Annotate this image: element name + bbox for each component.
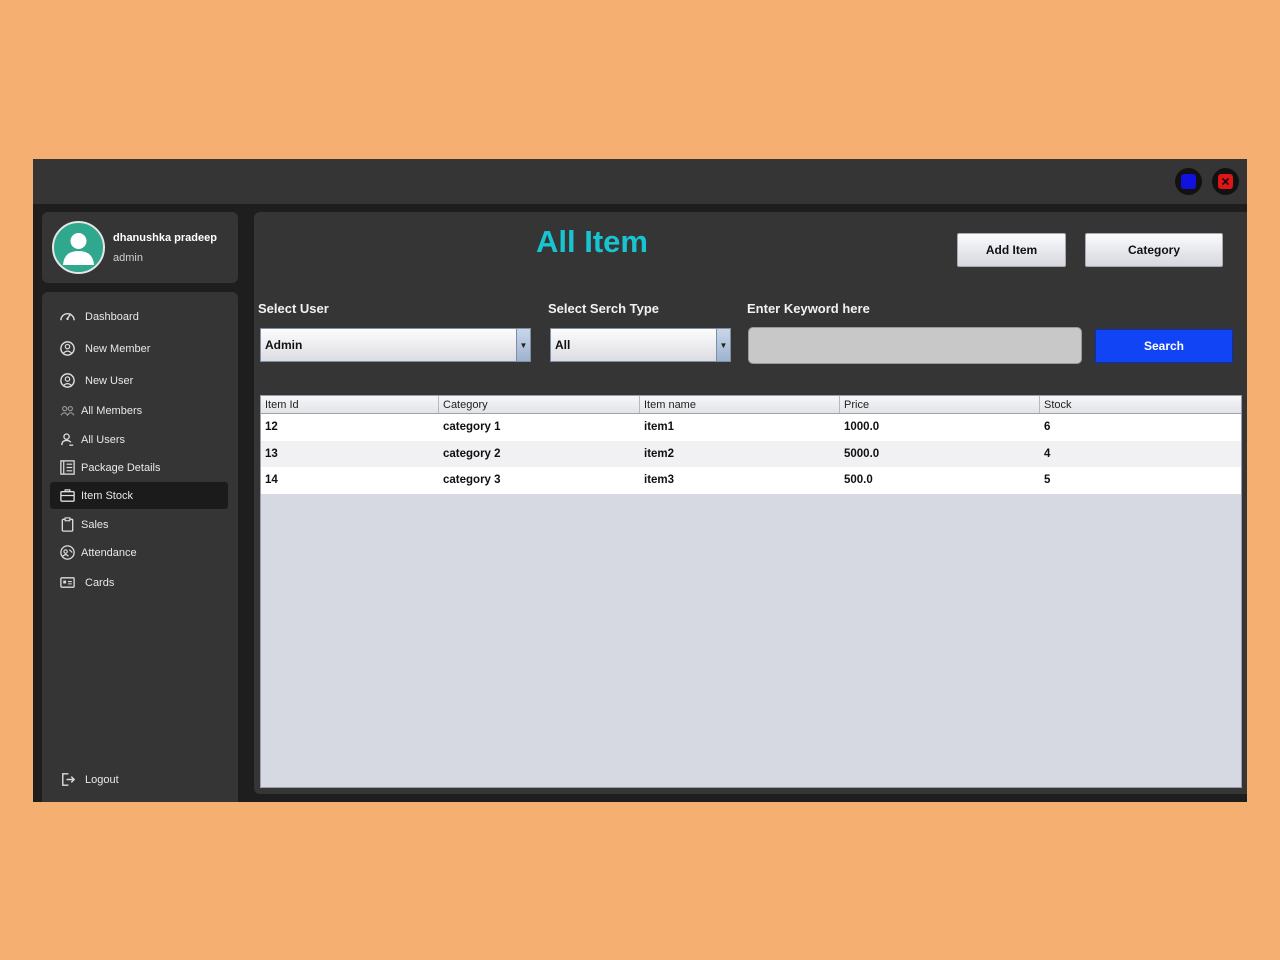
cell-category: category 1 [443, 421, 501, 434]
sidebar-item-label: Sales [81, 518, 109, 531]
sidebar-item-all-members[interactable]: All Members [50, 397, 228, 424]
cell-item-name: item1 [644, 421, 675, 434]
user-circle-icon [58, 372, 76, 390]
cell-item-name: item2 [644, 447, 675, 460]
cell-item-name: item3 [644, 474, 675, 487]
close-icon [1218, 174, 1233, 189]
chevron-down-icon: ▼ [716, 329, 730, 361]
cell-item-id: 14 [265, 474, 278, 487]
profile-role: admin [113, 252, 143, 264]
chevron-down-icon: ▼ [516, 329, 530, 361]
member-add-icon [58, 340, 76, 358]
sidebar-item-item-stock[interactable]: Item Stock [50, 482, 228, 509]
clipboard-icon [58, 516, 76, 534]
items-table: Item Id Category Item name Price Stock 1… [260, 395, 1242, 788]
sidebar-item-sales[interactable]: Sales [50, 511, 228, 538]
close-button[interactable] [1212, 168, 1239, 195]
sidebar-item-label: Package Details [81, 461, 161, 474]
search-type-label: Select Serch Type [548, 301, 660, 316]
column-header-item-id[interactable]: Item Id [261, 396, 439, 413]
cell-category: category 2 [443, 447, 501, 460]
table-header: Item Id Category Item name Price Stock [261, 396, 1241, 414]
briefcase-icon [58, 487, 76, 505]
logout-button[interactable]: Logout [50, 766, 228, 793]
group-icon [58, 402, 76, 420]
sidebar-item-new-member[interactable]: New Member [50, 335, 228, 362]
table-row[interactable]: 12 category 1 item1 1000.0 6 [261, 414, 1241, 441]
search-type-dropdown[interactable]: All ▼ [550, 328, 731, 362]
column-header-category[interactable]: Category [439, 396, 640, 413]
cell-item-id: 13 [265, 447, 278, 460]
sidebar-item-label: Dashboard [85, 310, 139, 323]
sidebar-item-all-users[interactable]: All Users [50, 426, 228, 453]
select-user-dropdown[interactable]: Admin ▼ [260, 328, 531, 362]
sidebar-item-label: All Users [81, 433, 126, 446]
profile-name: dhanushka pradeep [113, 232, 217, 244]
logout-icon [58, 771, 76, 789]
sidebar-item-cards[interactable]: Cards [50, 569, 228, 596]
title-bar [33, 159, 1247, 204]
add-item-button[interactable]: Add Item [957, 233, 1066, 267]
app-window: dhanushka pradeep admin Dashboard New Me… [33, 159, 1247, 802]
sidebar-item-label: Cards [85, 576, 115, 589]
dashboard-gauge-icon [58, 308, 76, 326]
cell-item-id: 12 [265, 421, 278, 434]
main-panel: All Item Add Item Category Select User A… [254, 212, 1247, 794]
cell-price: 500.0 [844, 474, 873, 487]
sidebar-item-attendance[interactable]: Attendance [50, 539, 228, 566]
sidebar: Dashboard New Member New User All Member… [42, 292, 238, 802]
category-button[interactable]: Category [1085, 233, 1223, 267]
sidebar-item-label: Item Stock [81, 489, 133, 502]
cell-stock: 6 [1044, 421, 1051, 434]
minimize-icon [1181, 174, 1196, 189]
select-user-value: Admin [265, 338, 303, 352]
logout-label: Logout [85, 773, 119, 786]
column-header-item-name[interactable]: Item name [640, 396, 840, 413]
keyword-input[interactable] [748, 327, 1082, 364]
card-icon [58, 574, 76, 592]
cell-category: category 3 [443, 474, 501, 487]
select-user-label: Select User [258, 301, 329, 316]
sidebar-item-dashboard[interactable]: Dashboard [50, 303, 228, 330]
page-title: All Item [536, 224, 648, 259]
table-row[interactable]: 14 category 3 item3 500.0 5 [261, 467, 1241, 494]
sidebar-item-label: New Member [85, 342, 151, 355]
sidebar-item-label: New User [85, 374, 134, 387]
list-details-icon [58, 459, 76, 477]
sidebar-item-label: All Members [81, 404, 143, 417]
sidebar-item-new-user[interactable]: New User [50, 367, 228, 394]
column-header-stock[interactable]: Stock [1040, 396, 1241, 413]
cell-stock: 4 [1044, 447, 1051, 460]
table-row[interactable]: 13 category 2 item2 5000.0 4 [261, 440, 1241, 467]
cell-price: 5000.0 [844, 447, 880, 460]
sidebar-item-package-details[interactable]: Package Details [50, 454, 228, 481]
users-icon [58, 431, 76, 449]
search-button[interactable]: Search [1095, 329, 1233, 363]
cell-price: 1000.0 [844, 421, 880, 434]
search-type-value: All [555, 338, 571, 352]
attendance-icon [58, 544, 76, 562]
profile-card: dhanushka pradeep admin [42, 212, 238, 283]
column-header-price[interactable]: Price [840, 396, 1040, 413]
keyword-label: Enter Keyword here [747, 301, 870, 316]
user-avatar-icon [52, 221, 105, 274]
sidebar-item-label: Attendance [81, 546, 137, 559]
cell-stock: 5 [1044, 474, 1051, 487]
minimize-button[interactable] [1175, 168, 1202, 195]
